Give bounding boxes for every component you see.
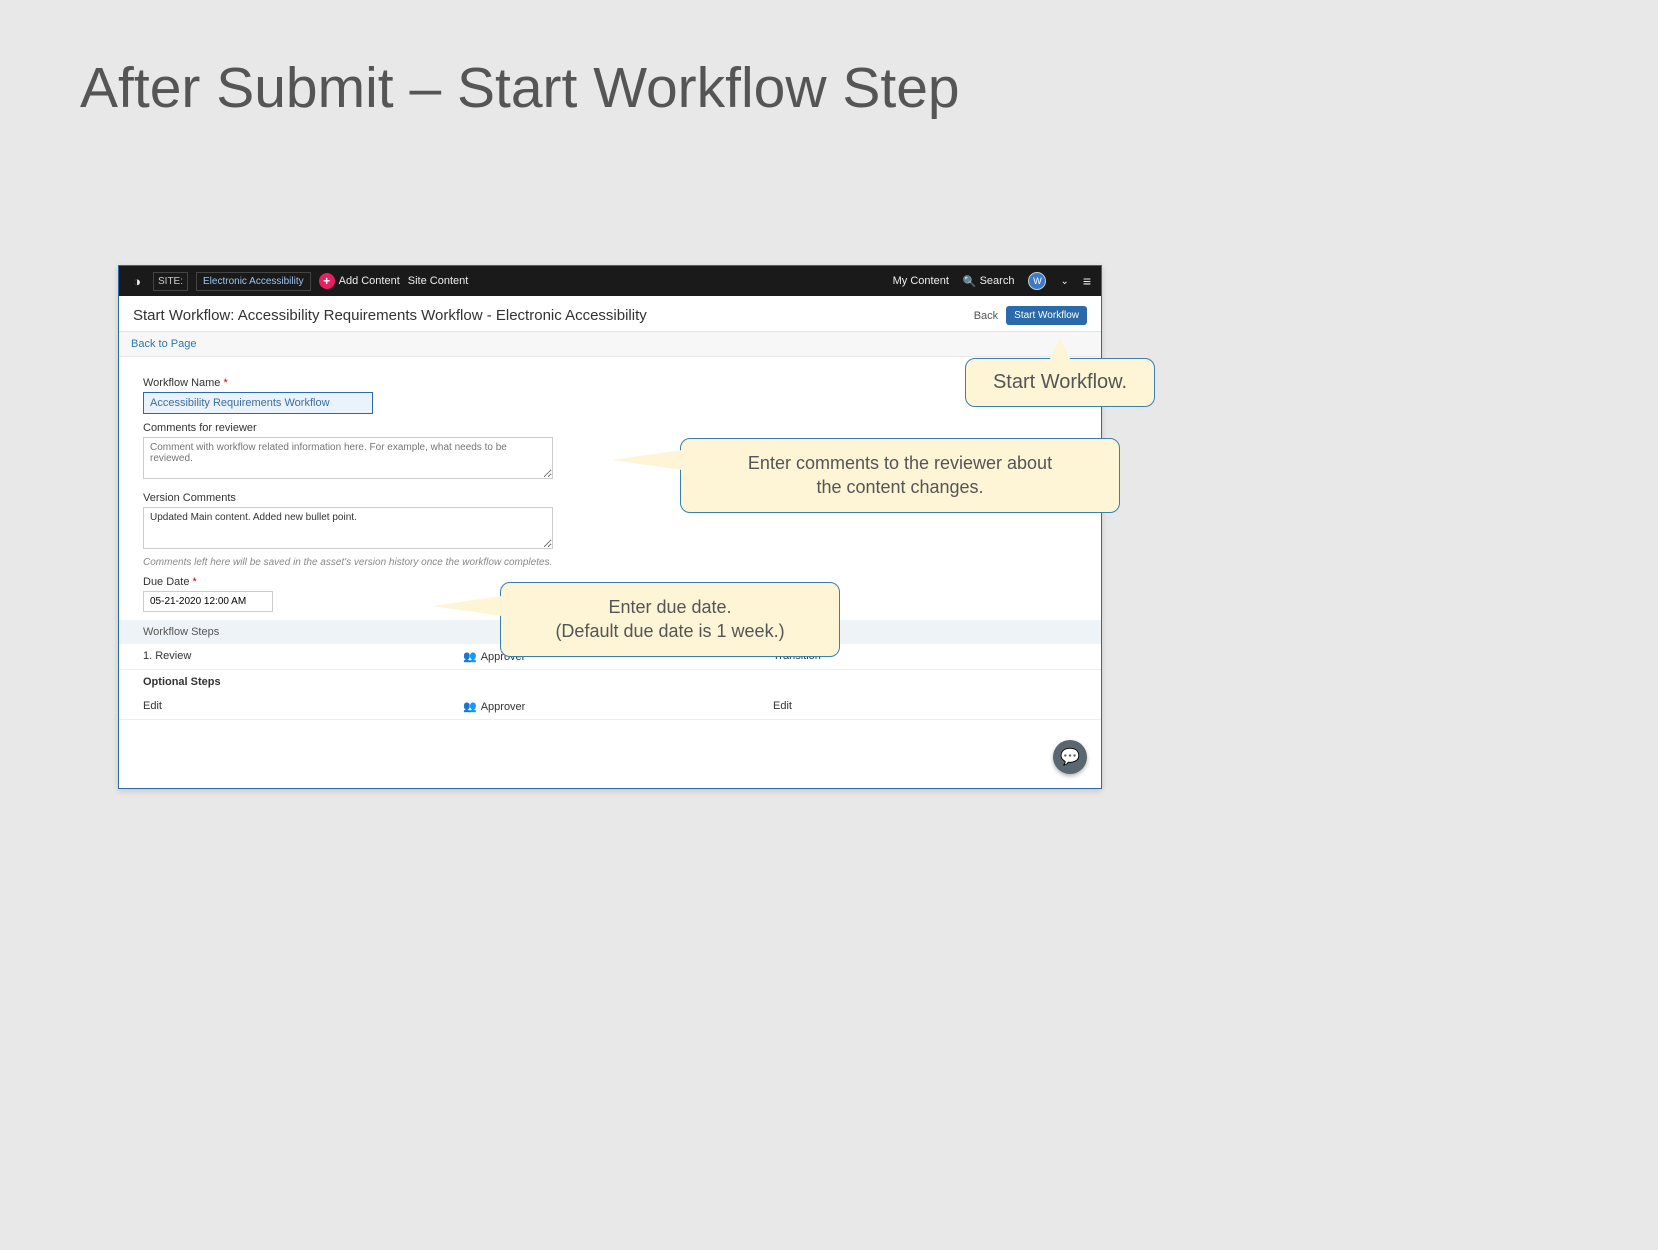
app-window: ◑ SITE: Electronic Accessibility + Add C… bbox=[118, 265, 1102, 789]
col-steps-header: Workflow Steps bbox=[143, 626, 463, 638]
callout-due-date: Enter due date. (Default due date is 1 w… bbox=[500, 582, 840, 657]
search-label: Search bbox=[980, 275, 1015, 287]
callout-pointer bbox=[432, 596, 502, 616]
user-avatar[interactable]: W bbox=[1028, 272, 1046, 290]
version-comments-textarea[interactable]: Updated Main content. Added new bullet p… bbox=[143, 507, 553, 549]
version-hint: Comments left here will be saved in the … bbox=[143, 557, 1077, 568]
add-content-label: Add Content bbox=[339, 275, 400, 287]
slide-title: After Submit – Start Workflow Step bbox=[0, 0, 1658, 121]
comments-label: Comments for reviewer bbox=[143, 422, 1077, 434]
site-selector[interactable]: Electronic Accessibility bbox=[196, 272, 311, 291]
people-icon: 👥 bbox=[463, 650, 477, 663]
optional-steps-heading: Optional Steps bbox=[119, 670, 1101, 694]
table-row: Edit 👥 Approver Edit bbox=[119, 694, 1101, 720]
plus-icon: + bbox=[319, 273, 335, 289]
step-type: Edit bbox=[773, 700, 1077, 713]
help-chat-button[interactable]: 💬 bbox=[1053, 740, 1087, 774]
topbar-right: My Content 🔍 Search W ⌄ ≡ bbox=[893, 272, 1091, 290]
site-content-link[interactable]: Site Content bbox=[408, 275, 469, 287]
due-date-input[interactable] bbox=[143, 591, 273, 612]
chevron-down-icon[interactable]: ⌄ bbox=[1060, 276, 1068, 287]
callout-pointer bbox=[1050, 337, 1070, 359]
callout-start-workflow: Start Workflow. bbox=[965, 358, 1155, 407]
search-button[interactable]: 🔍 Search bbox=[963, 275, 1015, 288]
step-name: Edit bbox=[143, 700, 463, 713]
breadcrumb-bar: Back to Page bbox=[119, 332, 1101, 357]
app-logo-icon: ◑ bbox=[129, 273, 145, 289]
callout-pointer bbox=[612, 450, 682, 470]
comments-textarea[interactable] bbox=[143, 437, 553, 479]
topbar: ◑ SITE: Electronic Accessibility + Add C… bbox=[119, 266, 1101, 296]
callout-comments: Enter comments to the reviewer about the… bbox=[680, 438, 1120, 513]
chat-icon: 💬 bbox=[1060, 747, 1080, 767]
title-row: Start Workflow: Accessibility Requiremen… bbox=[119, 296, 1101, 332]
add-content-button[interactable]: + Add Content bbox=[319, 273, 400, 289]
start-workflow-button[interactable]: Start Workflow bbox=[1006, 306, 1087, 325]
step-user: Approver bbox=[481, 701, 526, 713]
step-name: 1. Review bbox=[143, 650, 463, 663]
page-title: Start Workflow: Accessibility Requiremen… bbox=[133, 307, 974, 324]
back-to-page-link[interactable]: Back to Page bbox=[131, 338, 196, 350]
back-link[interactable]: Back bbox=[974, 310, 998, 322]
menu-icon[interactable]: ≡ bbox=[1083, 273, 1091, 289]
search-icon: 🔍 bbox=[963, 275, 977, 288]
my-content-link[interactable]: My Content bbox=[893, 275, 949, 287]
workflow-name-label: Workflow Name * bbox=[143, 377, 1077, 389]
workflow-name-input[interactable] bbox=[143, 392, 373, 414]
people-icon: 👥 bbox=[463, 700, 477, 713]
site-label: SITE: bbox=[153, 272, 188, 291]
